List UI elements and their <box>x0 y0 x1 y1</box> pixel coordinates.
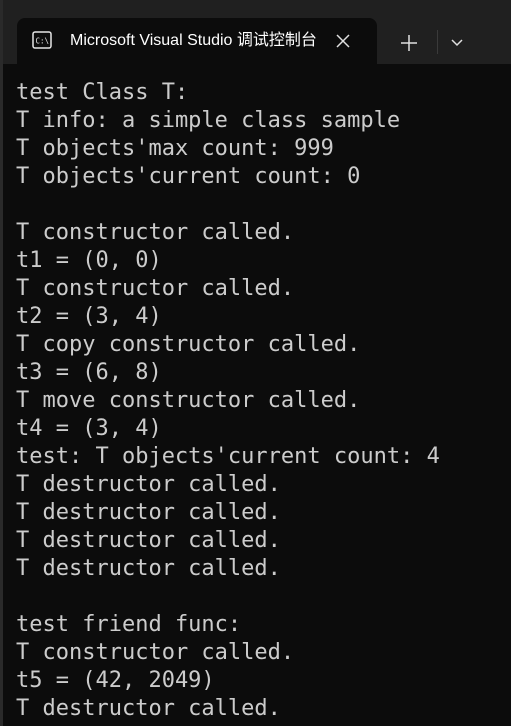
plus-icon[interactable] <box>394 28 424 58</box>
chevron-down-icon[interactable] <box>443 28 471 58</box>
console-line: test friend func: <box>16 612 242 637</box>
console-line: T objects'max count: 999 <box>16 136 334 161</box>
console-line: test: T objects'current count: 4 <box>16 444 440 469</box>
console-line: T destructor called. <box>16 696 281 721</box>
console-line: T info: a simple class sample <box>16 108 401 133</box>
console-lines: test Class T: T info: a simple class sam… <box>16 79 440 723</box>
svg-text:C:\: C:\ <box>36 37 50 46</box>
console-line: t3 = (6, 8) <box>16 360 162 385</box>
console-line: T constructor called. <box>16 640 295 665</box>
titlebar-divider <box>437 30 438 54</box>
tab-debug-console[interactable]: C:\ Microsoft Visual Studio 调试控制台 <box>17 18 377 64</box>
console-line: t4 = (3, 4) <box>16 416 162 441</box>
console-icon: C:\ <box>32 31 52 49</box>
console-output[interactable]: test Class T: T info: a simple class sam… <box>0 64 511 726</box>
console-line: t5 = (42, 2049) <box>16 668 215 693</box>
console-line: T constructor called. <box>16 220 295 245</box>
console-line: t2 = (3, 4) <box>16 304 162 329</box>
console-line: T copy constructor called. <box>16 332 361 357</box>
tab-title: Microsoft Visual Studio 调试控制台 <box>70 32 317 49</box>
terminal-window: C:\ Microsoft Visual Studio 调试控制台 test C… <box>0 0 511 726</box>
console-line: T destructor called. <box>16 528 281 553</box>
console-line: T destructor called. <box>16 500 281 525</box>
console-line: T constructor called. <box>16 276 295 301</box>
title-bar: C:\ Microsoft Visual Studio 调试控制台 <box>0 0 511 64</box>
console-line: test Class T: <box>16 80 189 105</box>
console-line: T objects'current count: 0 <box>16 164 361 189</box>
console-line: T destructor called. <box>16 556 281 581</box>
console-line: T move constructor called. <box>16 388 361 413</box>
close-icon[interactable] <box>333 31 353 51</box>
console-line: t1 = (0, 0) <box>16 248 162 273</box>
window-edge <box>0 0 3 726</box>
console-line: T destructor called. <box>16 472 281 497</box>
